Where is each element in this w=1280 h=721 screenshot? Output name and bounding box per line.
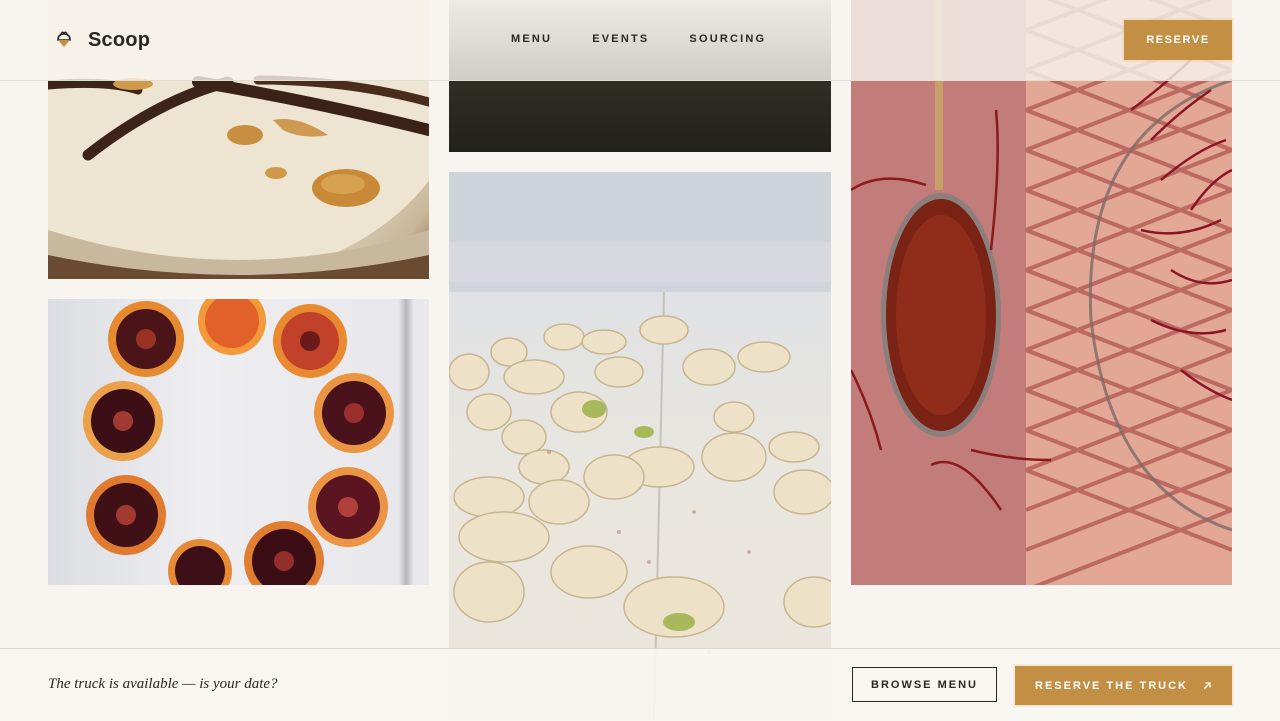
availability-tagline: The truck is available — is your date? — [48, 676, 278, 692]
brand-name: Scoop — [88, 28, 151, 51]
ice-cream-scoop-icon — [57, 31, 71, 47]
reserve-button[interactable]: RESERVE — [1124, 20, 1232, 60]
booking-bar: The truck is available — is your date? B… — [0, 648, 1280, 721]
site-header: Scoop MENU EVENTS SOURCING RESERVE — [0, 0, 1280, 81]
reserve-truck-button[interactable]: RESERVE THE TRUCK — [1015, 666, 1232, 705]
nav-menu-link[interactable]: MENU — [511, 33, 552, 45]
saffron-image — [851, 0, 1232, 585]
browse-menu-button[interactable]: BROWSE MENU — [852, 667, 997, 702]
nav-sourcing-link[interactable]: SOURCING — [689, 33, 766, 45]
blood-orange-image — [48, 299, 429, 585]
brand[interactable]: Scoop — [54, 28, 150, 52]
main-nav: MENU EVENTS SOURCING — [511, 33, 766, 45]
photo-grid — [0, 0, 1280, 720]
arrow-up-right-icon — [1203, 681, 1211, 689]
nav-events-link[interactable]: EVENTS — [592, 33, 649, 45]
pistachios-image — [449, 172, 831, 720]
reserve-truck-label: RESERVE THE TRUCK — [1035, 679, 1188, 692]
